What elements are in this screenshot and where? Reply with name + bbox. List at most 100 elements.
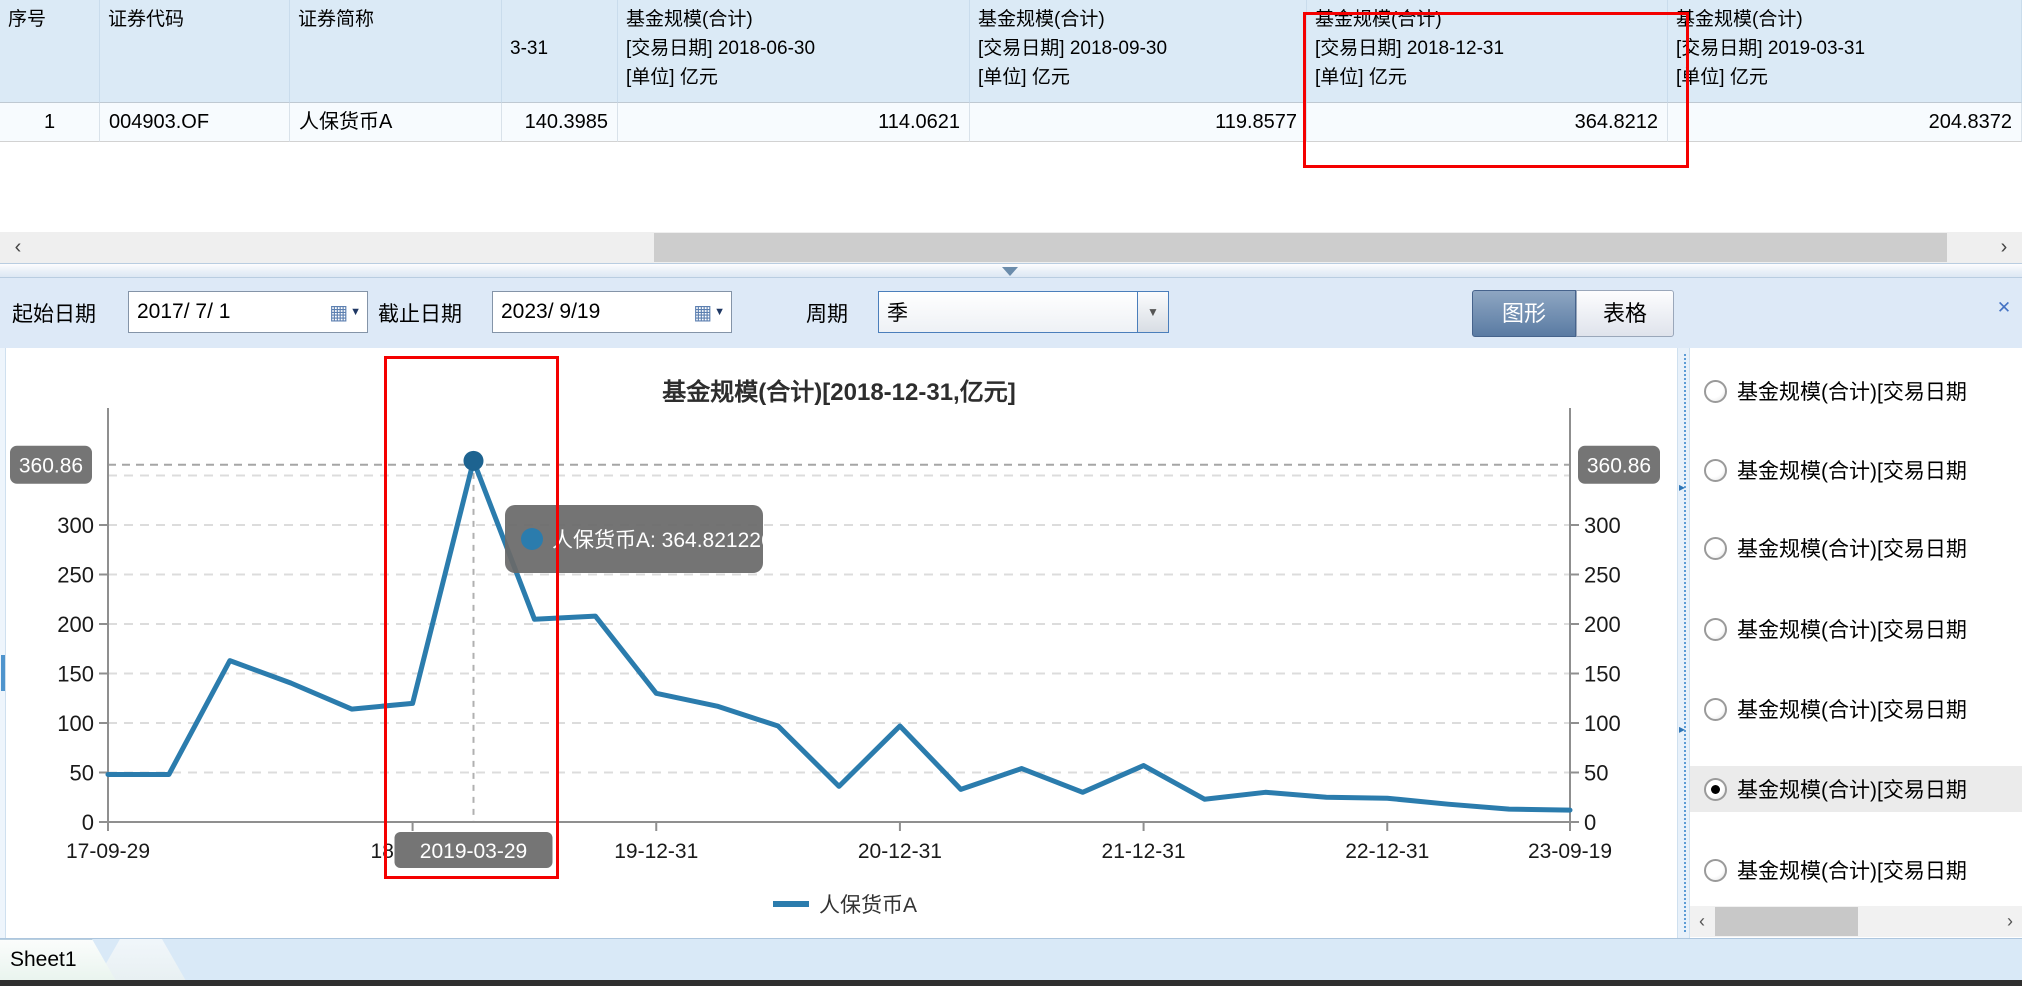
panel-horizontal-scrollbar[interactable]: ‹ › [1690,906,2022,937]
indicator-radio-option[interactable]: 基金规模(合计)[交易日期 [1690,766,2022,812]
data-point-marker[interactable] [463,450,484,471]
y-tick-label: 250 [57,563,94,588]
x-tick-label: 17-09-29 [66,840,150,863]
app-window: 序号 证券代码 证券简称 3-31 基金规模(合计) [交易日期] 2018-06-30… [0,0,2022,986]
table-cell[interactable]: 140.3985 [502,103,618,142]
table-header-row: 序号 证券代码 证券简称 3-31 基金规模(合计) [交易日期] 2018-06-30… [0,0,2022,103]
y-tick-label: 250 [1584,563,1621,588]
indicator-radio-option[interactable]: 基金规模(合计)[交易日期 [1690,447,2022,493]
scroll-right-icon[interactable]: › [1998,906,2022,937]
y-tick-label: 150 [57,662,94,687]
indicator-radio-option[interactable]: 基金规模(合计)[交易日期 [1690,606,2022,652]
table-cell[interactable]: 004903.OF [100,103,290,142]
column-header[interactable]: 基金规模(合计) [交易日期] 2018-09-30 [单位] 亿元 [970,0,1307,103]
x-tick-label: 22-12-31 [1345,840,1429,863]
y-tick-label: 0 [82,810,94,835]
radio-label: 基金规模(合计)[交易日期 [1737,779,1967,802]
column-header[interactable]: 序号 [0,0,100,103]
y-tick-label: 200 [1584,612,1621,637]
line-chart[interactable]: 0 0 50 50 100 100 150 150 200 200 250 250 300 300 17-0… [0,348,1677,938]
scrollbar-thumb[interactable] [654,233,1947,262]
period-label: 周期 [806,303,848,326]
x-tick-label: 21-12-31 [1102,840,1186,863]
table-cell[interactable]: 114.0621 [618,103,970,142]
chart-panel: 0 0 50 50 100 100 150 150 200 200 250 250 300 300 17-0… [0,348,1677,938]
scrollbar-thumb[interactable] [1,655,5,691]
indicator-radio-option[interactable]: 基金规模(合计)[交易日期 [1690,368,2022,414]
fund-table: 序号 证券代码 证券简称 3-31 基金规模(合计) [交易日期] 2018-06-30… [0,0,2022,232]
splitter-arrow-icon[interactable]: ▸ [1679,480,1685,494]
column-header[interactable]: 基金规模(合计) [交易日期] 2018-06-30 [单位] 亿元 [618,0,970,103]
y-tick-label: 300 [57,513,94,538]
chevron-down-icon[interactable]: ▼ [350,306,361,318]
radio-label: 基金规模(合计)[交易日期 [1737,860,1967,883]
radio-icon[interactable] [1704,697,1727,721]
radio-icon[interactable] [1704,379,1727,403]
scroll-right-icon[interactable]: › [1990,232,2018,263]
tooltip-text: 人保货币A: 364.8212266777 [552,529,819,552]
table-view-button[interactable]: 表格 [1576,290,1674,337]
radio-label: 基金规模(合计)[交易日期 [1737,381,1967,404]
start-date-input[interactable]: 2017/ 7/ 1 ▦ ▼ [128,291,368,333]
table-cell[interactable]: 人保货币A [290,103,502,142]
table-cell[interactable]: 1 [0,103,100,142]
y-pointer-badge-label: 360.86 [1587,455,1651,478]
chevron-down-icon[interactable]: ▼ [714,306,725,318]
y-tick-label: 100 [57,711,94,736]
pane-splitter[interactable] [0,263,2022,278]
end-date-value[interactable]: 2023/ 9/19 [501,300,693,324]
y-tick-label: 50 [70,761,94,786]
indicator-radio-option[interactable]: 基金规模(合计)[交易日期 [1690,686,2022,732]
column-header[interactable]: 证券代码 [100,0,290,103]
calendar-icon[interactable]: ▦ [329,300,348,325]
window-bottom-edge [0,980,2022,986]
scrollbar-thumb[interactable] [1715,907,1858,936]
indicator-radio-option[interactable]: 基金规模(合计)[交易日期 [1690,525,2022,571]
y-tick-label: 0 [1584,810,1596,835]
series-line[interactable] [105,458,1573,813]
panel-splitter[interactable]: ▸ ▸ [1677,348,1690,938]
calendar-icon[interactable]: ▦ [693,300,712,325]
x-tick-label: 23-09-19 [1528,840,1612,863]
column-header[interactable]: 证券简称 [290,0,502,103]
main-area: 0 0 50 50 100 100 150 150 200 200 250 250 300 300 17-0… [0,348,2022,938]
x-tick-label: 20-12-31 [858,840,942,863]
y-tick-label: 50 [1584,761,1608,786]
indicator-radio-option[interactable]: 基金规模(合计)[交易日期 [1690,847,2022,893]
x-tick-label: 19-12-31 [614,840,698,863]
radio-icon[interactable] [1704,536,1727,560]
left-scrollbar[interactable] [0,348,6,938]
indicator-options-panel: 基金规模(合计)[交易日期 基金规模(合计)[交易日期 基金规模(合计)[交易日期基… [1690,348,2022,938]
period-value[interactable]: 季 [887,297,908,327]
y-tick-label: 200 [57,612,94,637]
scroll-left-icon[interactable]: ‹ [1690,906,1714,937]
sheet-tab[interactable]: Sheet1 [0,939,116,981]
column-header[interactable]: 基金规模(合计) [交易日期] 2018-12-31 [单位] 亿元 [1307,0,1668,103]
end-date-input[interactable]: 2023/ 9/19 ▦ ▼ [492,291,732,333]
scroll-left-icon[interactable]: ‹ [4,232,32,263]
chart-title: 基金规模(合计)[2018-12-31,亿元] [662,378,1015,406]
column-header[interactable]: 3-31 [502,0,618,103]
y-tick-label: 300 [1584,513,1621,538]
close-icon[interactable]: ✕ [1993,298,2015,320]
table-cell[interactable]: 364.8212 [1307,103,1668,142]
chart-view-button[interactable]: 图形 [1472,290,1576,337]
radio-icon[interactable] [1704,458,1727,482]
collapse-icon[interactable] [1002,267,1018,276]
start-date-value[interactable]: 2017/ 7/ 1 [137,300,329,324]
table-row: 1 004903.OF 人保货币A 140.3985 114.0621 119.8577 3… [0,103,2022,142]
end-date-label: 截止日期 [378,303,462,326]
splitter-arrow-icon[interactable]: ▸ [1679,722,1685,736]
radio-icon[interactable] [1704,777,1727,801]
legend-label[interactable]: 人保货币A [819,894,917,917]
radio-icon[interactable] [1704,617,1727,641]
tooltip-series-dot [521,528,543,550]
start-date-label: 起始日期 [12,303,96,326]
period-select[interactable]: 季 ▼ [878,291,1169,333]
table-horizontal-scrollbar[interactable]: ‹ › [0,232,2022,263]
column-header[interactable]: 基金规模(合计) [交易日期] 2019-03-31 [单位] 亿元 [1668,0,2022,103]
table-cell[interactable]: 204.8372 [1668,103,2022,142]
table-cell[interactable]: 119.8577 [970,103,1307,142]
chevron-down-icon[interactable]: ▼ [1137,292,1168,332]
radio-icon[interactable] [1704,858,1727,882]
